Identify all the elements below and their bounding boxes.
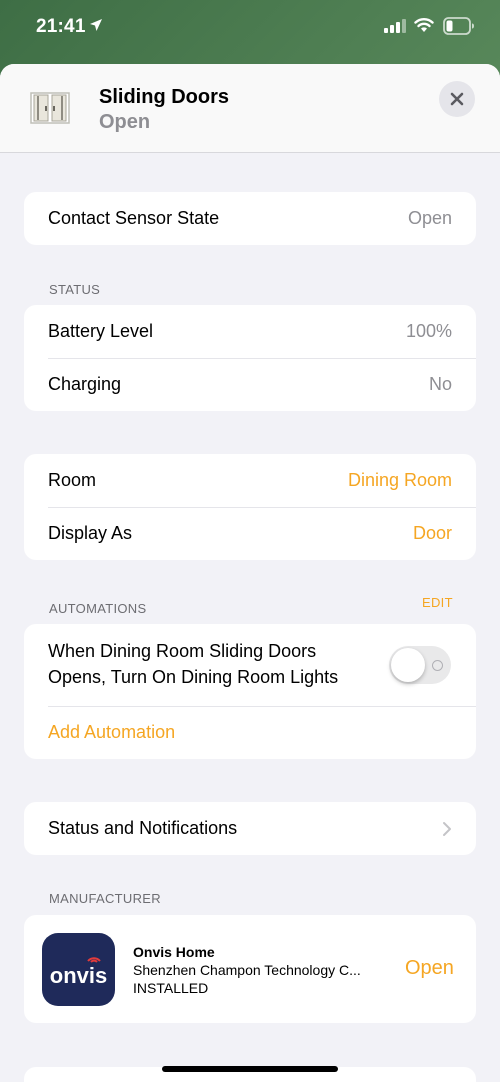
app-name: Onvis Home: [133, 944, 215, 960]
automation-description: When Dining Room Sliding Doors Opens, Tu…: [48, 641, 339, 687]
room-label: Room: [48, 470, 97, 490]
status-notifications-row[interactable]: Status and Notifications: [24, 802, 476, 855]
contact-sensor-label: Contact Sensor State: [48, 208, 220, 228]
close-button[interactable]: [439, 81, 475, 117]
automations-card: When Dining Room Sliding Doors Opens, Tu…: [24, 624, 476, 759]
sliding-door-icon: [30, 92, 70, 124]
app-icon-wordmark: onvis: [49, 962, 108, 988]
charging-label: Charging: [48, 374, 122, 394]
app-install-status: INSTALLED: [133, 980, 209, 996]
toggle-knob: [391, 648, 425, 682]
onvis-app-icon[interactable]: onvis: [42, 933, 115, 1006]
accessory-detail-sheet: Sliding Doors Open Contact Sensor State …: [0, 64, 500, 1082]
status-card: Battery Level 100% Charging No: [24, 305, 476, 411]
battery-icon: [443, 17, 474, 35]
edit-automations-button[interactable]: EDIT: [422, 595, 453, 610]
open-app-button[interactable]: Open: [405, 957, 454, 980]
wifi-signal-icon: [87, 957, 101, 963]
accessory-name: Sliding Doors: [99, 86, 229, 108]
battery-level-value: 100%: [405, 321, 452, 341]
display-as-value: Door: [412, 523, 452, 543]
status-notifications-label: Status and Notifications: [48, 818, 238, 838]
contact-sensor-value: Open: [407, 208, 452, 228]
sheet-header: Sliding Doors Open: [0, 64, 500, 153]
toggle-off-indicator: [432, 660, 443, 671]
notifications-card: Status and Notifications: [24, 802, 476, 855]
display-as-row[interactable]: Display As Door: [24, 507, 476, 560]
signal-icon: [384, 19, 406, 33]
location-arrow-icon: [90, 19, 102, 31]
automation-toggle[interactable]: [389, 646, 451, 684]
contact-sensor-card: Contact Sensor State Open: [24, 192, 476, 245]
room-row[interactable]: Room Dining Room: [24, 454, 476, 507]
status-time: 21:41: [36, 16, 86, 37]
display-as-label: Display As: [48, 523, 133, 543]
room-card: Room Dining Room Display As Door: [24, 454, 476, 560]
status-heading: STATUS: [49, 282, 101, 297]
chevron-right-icon: [443, 821, 451, 836]
accessory-state: Open: [99, 111, 151, 133]
app-developer: Shenzhen Champon Technology C...: [133, 962, 361, 978]
charging-value: No: [428, 374, 452, 394]
battery-level-row: Battery Level 100%: [24, 305, 476, 358]
close-icon: [450, 92, 464, 106]
add-automation-label: Add Automation: [48, 722, 176, 742]
charging-row: Charging No: [24, 358, 476, 411]
add-automation-button[interactable]: Add Automation: [24, 706, 476, 759]
battery-level-label: Battery Level: [48, 321, 154, 341]
manufacturer-card: onvis Onvis Home Shenzhen Champon Techno…: [24, 915, 476, 1023]
wifi-icon: [414, 18, 434, 32]
automation-item[interactable]: When Dining Room Sliding Doors Opens, Tu…: [24, 624, 476, 706]
room-value: Dining Room: [347, 470, 452, 490]
automations-heading: AUTOMATIONS: [49, 601, 147, 616]
status-bar: 21:41: [0, 0, 500, 60]
contact-sensor-row[interactable]: Contact Sensor State Open: [24, 192, 476, 245]
manufacturer-heading: MANUFACTURER: [49, 891, 161, 906]
home-indicator[interactable]: [162, 1066, 338, 1072]
